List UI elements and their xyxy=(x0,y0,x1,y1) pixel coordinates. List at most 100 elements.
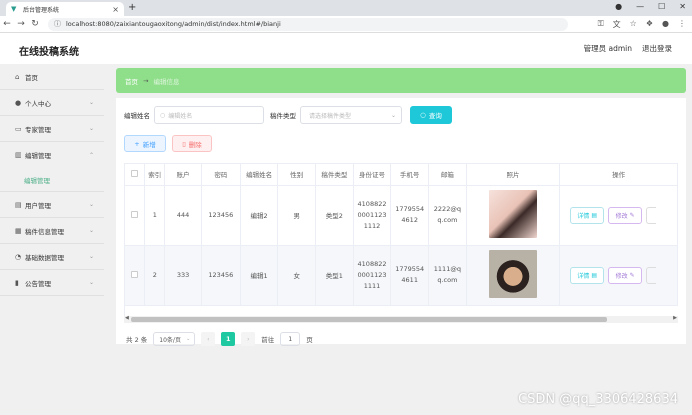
new-tab-icon[interactable]: + xyxy=(128,2,136,13)
cell-gender: 男 xyxy=(277,185,317,246)
add-button-label: 新增 xyxy=(142,140,156,149)
close-tab-icon[interactable]: × xyxy=(112,5,119,14)
chevron-down-icon: ⌄ xyxy=(88,227,94,234)
back-icon[interactable]: ← xyxy=(0,19,14,29)
goto-prefix: 前往 xyxy=(261,336,275,344)
cell-operations: 详情 ▤ 修改 ✎ xyxy=(559,245,678,306)
sidebar-item-notices[interactable]: ▮ 公告管理 ⌄ xyxy=(0,270,104,296)
edit-button[interactable]: 修改 ✎ xyxy=(608,206,643,224)
search-icon: ○ xyxy=(160,111,166,119)
edit-button[interactable]: 修改 ✎ xyxy=(608,266,643,284)
cell-index: 1 xyxy=(144,185,166,246)
main-content: 首页 → 编辑信息 编辑姓名 ○ 编辑姓名 稿件类型 请选择稿件类型 ⌄ ○ 查… xyxy=(104,64,692,415)
query-button[interactable]: ○ 查询 xyxy=(410,106,452,124)
row-checkbox[interactable] xyxy=(125,245,146,306)
table-row: 1 444 123456 编辑2 男 类型2 41088220001123111… xyxy=(125,185,678,246)
edit-button-label: 修改 xyxy=(615,272,628,280)
cell-phone: 17795544611 xyxy=(390,245,430,306)
col-header: 稿件类型 xyxy=(315,164,354,186)
url-field[interactable]: ⓘ localhost:8080/zaixiantougaoxitong/adm… xyxy=(48,17,568,31)
app-header: 在线投稿系统 管理员 admin 退出登录 xyxy=(0,34,692,64)
prev-page-button[interactable]: ‹ xyxy=(201,332,216,346)
close-window-icon[interactable]: ✕ xyxy=(679,2,686,11)
cell-photo xyxy=(466,185,561,246)
scrollbar-thumb[interactable] xyxy=(131,317,607,322)
cell-password: 123456 xyxy=(201,185,241,246)
sidebar-item-label: 专家管理 xyxy=(25,125,51,134)
browser-tab-bar: ▼ 后台管理系统 × + ● — ☐ ✕ xyxy=(0,0,692,16)
cell-password: 123456 xyxy=(201,245,241,306)
sidebar-item-label: 稿件信息管理 xyxy=(25,227,64,236)
scroll-left-icon[interactable]: ◀ xyxy=(125,315,129,321)
sidebar-item-basedata[interactable]: ◔ 基础数据管理 ⌄ xyxy=(0,244,104,270)
pencil-icon: ✎ xyxy=(629,211,635,219)
sidebar-item-home[interactable]: ⌂ 首页 xyxy=(0,64,104,90)
translate-icon[interactable]: 文 xyxy=(613,19,621,30)
sidebar-item-profile[interactable]: ● 个人中心 ⌄ xyxy=(0,90,104,116)
more-button[interactable] xyxy=(646,206,657,224)
name-search-input[interactable]: ○ 编辑姓名 xyxy=(154,106,264,124)
detail-button-label: 详情 xyxy=(577,212,590,220)
minimize-icon[interactable]: — xyxy=(636,2,644,11)
query-button-label: 查询 xyxy=(428,112,442,120)
reload-icon[interactable]: ↻ xyxy=(28,19,42,29)
page-number-current[interactable]: 1 xyxy=(221,332,236,346)
type-select[interactable]: 请选择稿件类型 ⌄ xyxy=(300,106,402,124)
editor-table: 索引 账户 密码 编辑姓名 性别 稿件类型 身份证号 手机号 邮箱 照片 操作 xyxy=(124,163,678,316)
col-header: 索引 xyxy=(144,164,166,186)
cell-idcard: 410882200011231111 xyxy=(353,245,392,306)
key-icon[interactable]: ⚿ xyxy=(598,19,604,30)
breadcrumb-home[interactable]: 首页 xyxy=(125,76,138,86)
briefcase-icon: ▭ xyxy=(15,124,22,133)
table-horizontal-scrollbar[interactable]: ◀ ▶ xyxy=(124,315,678,323)
bookmark-star-icon[interactable]: ☆ xyxy=(630,19,637,30)
sidebar-item-experts[interactable]: ▭ 专家管理 ⌄ xyxy=(0,116,104,142)
add-button[interactable]: + 新增 xyxy=(124,135,166,152)
more-button[interactable] xyxy=(646,266,657,284)
browser-tab[interactable]: ▼ 后台管理系统 × xyxy=(6,2,124,16)
col-header: 照片 xyxy=(466,164,561,186)
page-size-select[interactable]: 10条/页 ⌄ xyxy=(153,332,196,346)
sidebar-item-label: 编辑管理 xyxy=(25,152,51,160)
next-page-button[interactable]: › xyxy=(241,332,256,346)
detail-button[interactable]: 详情 ▤ xyxy=(570,266,605,284)
delete-button[interactable]: ▯ 删除 xyxy=(172,135,212,152)
detail-button[interactable]: 详情 ▤ xyxy=(570,206,605,224)
goto-suffix: 页 xyxy=(306,336,313,344)
sidebar-item-editors[interactable]: ▥ 编辑管理 ⌃ xyxy=(0,142,104,168)
content-panel: 编辑姓名 ○ 编辑姓名 稿件类型 请选择稿件类型 ⌄ ○ 查询 + 新增 ▯ 删 xyxy=(116,98,686,346)
col-header: 密码 xyxy=(201,164,241,186)
profile-icon[interactable]: ● xyxy=(615,2,622,11)
maximize-icon[interactable]: ☐ xyxy=(658,2,665,11)
search-icon: ○ xyxy=(420,111,426,119)
doc-icon: ▤ xyxy=(591,271,598,279)
account-icon[interactable]: ● xyxy=(662,19,669,30)
trash-icon: ▯ xyxy=(182,139,186,148)
sidebar-item-manuscripts[interactable]: ▦ 稿件信息管理 ⌄ xyxy=(0,218,104,244)
cell-phone: 17795544612 xyxy=(390,185,430,246)
scroll-right-icon[interactable]: ▶ xyxy=(673,315,677,321)
name-placeholder: 编辑姓名 xyxy=(168,112,193,120)
doc-icon: ▤ xyxy=(591,211,598,219)
logout-link[interactable]: 退出登录 xyxy=(642,43,672,54)
col-header: 手机号 xyxy=(390,164,430,186)
info-icon[interactable]: ⓘ xyxy=(54,19,61,29)
gauge-icon: ◔ xyxy=(15,252,22,261)
menu-icon[interactable]: ⋮ xyxy=(678,19,686,30)
photo-thumbnail[interactable] xyxy=(488,250,537,298)
row-checkbox[interactable] xyxy=(125,185,146,246)
user-label: 管理员 admin xyxy=(583,44,632,53)
card-icon: ▤ xyxy=(15,200,22,209)
plus-icon: + xyxy=(134,139,140,148)
sidebar-subitem-editors[interactable]: 编辑管理 xyxy=(0,168,104,192)
forward-icon[interactable]: → xyxy=(14,19,28,29)
type-label: 稿件类型 xyxy=(270,112,296,120)
goto-page-input[interactable]: 1 xyxy=(280,332,301,346)
chevron-down-icon: ⌄ xyxy=(390,111,396,119)
sidebar-item-label: 用户管理 xyxy=(25,201,51,210)
sidebar-item-users[interactable]: ▤ 用户管理 ⌄ xyxy=(0,192,104,218)
select-all-checkbox[interactable] xyxy=(125,164,146,186)
extensions-icon[interactable]: ❖ xyxy=(646,19,653,30)
photo-thumbnail[interactable] xyxy=(488,190,537,238)
delete-button-label: 删除 xyxy=(188,140,202,149)
